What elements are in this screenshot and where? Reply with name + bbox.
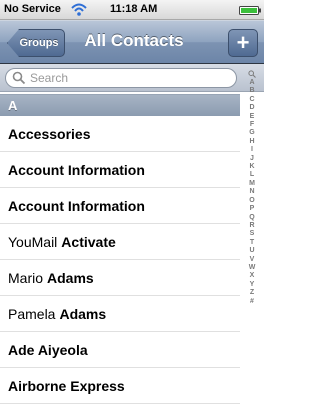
contact-last-name: Account Information: [8, 161, 145, 178]
index-letter[interactable]: H: [249, 138, 254, 146]
groups-back-button[interactable]: Groups: [7, 29, 65, 57]
contact-row[interactable]: YouMail Activate: [0, 224, 240, 260]
battery-icon: [239, 6, 261, 15]
status-bar: No Service 11:18 AM: [0, 0, 264, 20]
index-letter[interactable]: F: [250, 121, 254, 129]
contact-last-name: Airborne Express: [8, 377, 125, 394]
index-letter[interactable]: C: [249, 96, 254, 104]
search-field[interactable]: [5, 68, 237, 88]
contact-row[interactable]: Airborne Express: [0, 368, 240, 404]
search-icon: [12, 71, 26, 85]
index-letter[interactable]: M: [249, 180, 255, 188]
index-letter[interactable]: #: [250, 298, 254, 306]
section-header: A: [0, 94, 240, 116]
index-letter[interactable]: N: [249, 188, 254, 196]
index-letter[interactable]: Q: [249, 214, 254, 222]
index-search-icon[interactable]: [248, 70, 256, 78]
contact-row[interactable]: Pamela Adams: [0, 296, 240, 332]
index-letter[interactable]: S: [250, 230, 255, 238]
index-letter[interactable]: E: [250, 113, 255, 121]
index-letter[interactable]: D: [249, 104, 254, 112]
index-letter[interactable]: J: [250, 155, 254, 163]
contact-last-name: Activate: [61, 233, 116, 250]
navigation-bar: Groups All Contacts +: [0, 20, 264, 64]
index-letter[interactable]: K: [249, 163, 254, 171]
contact-last-name: Accessories: [8, 125, 91, 142]
contact-row[interactable]: Account Information: [0, 152, 240, 188]
add-contact-button[interactable]: +: [228, 29, 258, 57]
index-letter[interactable]: X: [250, 272, 255, 280]
index-letter[interactable]: W: [249, 264, 256, 272]
contact-last-name: Account Information: [8, 197, 145, 214]
contact-row[interactable]: Account Information: [0, 188, 240, 224]
alphabet-index[interactable]: A B C D E F G H I J K L M N O P Q R S T …: [244, 70, 260, 306]
wifi-icon: [71, 3, 87, 16]
carrier-label: No Service: [4, 3, 61, 15]
contact-last-name: Adams: [47, 269, 94, 286]
clock: 11:18 AM: [110, 3, 158, 15]
search-bar: [0, 64, 264, 92]
index-letter[interactable]: R: [249, 222, 254, 230]
index-letter[interactable]: Y: [250, 281, 255, 289]
contact-row[interactable]: Ade Aiyeola: [0, 332, 240, 368]
contact-list: Accessories Account Information Account …: [0, 116, 240, 404]
index-letter[interactable]: O: [249, 197, 254, 205]
index-letter[interactable]: G: [249, 129, 254, 137]
index-letter[interactable]: I: [251, 146, 253, 154]
page-title: All Contacts: [84, 31, 184, 50]
index-letter[interactable]: L: [250, 171, 254, 179]
contact-last-name: Ade Aiyeola: [8, 341, 88, 358]
contact-row[interactable]: Accessories: [0, 116, 240, 152]
index-letter[interactable]: V: [250, 256, 255, 264]
search-input[interactable]: [30, 71, 230, 85]
index-letter[interactable]: A: [249, 79, 254, 87]
index-letter[interactable]: B: [249, 87, 254, 95]
contact-row[interactable]: Mario Adams: [0, 260, 240, 296]
index-letter[interactable]: P: [250, 205, 255, 213]
contact-last-name: Adams: [59, 305, 107, 322]
index-letter[interactable]: T: [250, 239, 254, 247]
index-letter[interactable]: Z: [250, 289, 254, 297]
contact-first-name: Mario: [8, 269, 44, 286]
index-letter[interactable]: U: [249, 247, 254, 255]
contact-first-name: YouMail: [8, 233, 58, 250]
contact-first-name: Pamela: [8, 305, 56, 322]
